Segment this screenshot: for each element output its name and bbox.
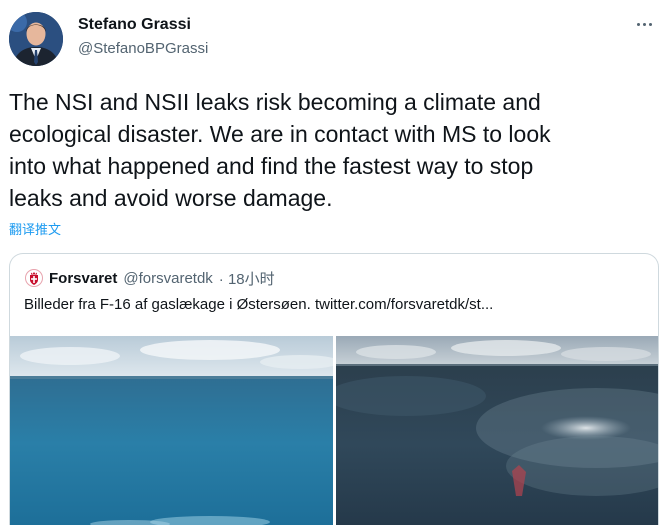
quoted-tweet[interactable]: Forsvaret @forsvaretdk · 18小时 Billeder f…: [9, 253, 659, 525]
quoted-timestamp[interactable]: · 18小时: [219, 268, 275, 289]
quoted-tweet-text: Billeder fra F-16 af gaslækage i Østersø…: [24, 296, 494, 313]
author-handle[interactable]: @StefanoBPGrassi: [78, 40, 208, 57]
tweet-card: Stefano Grassi @StefanoBPGrassi The NSI …: [0, 0, 666, 525]
quoted-tweet-header: Forsvaret @forsvaretdk · 18小时: [25, 268, 275, 288]
quoted-author-handle[interactable]: @forsvaretdk: [123, 270, 212, 287]
translate-tweet-link[interactable]: 翻译推文: [9, 219, 61, 238]
tweet-text: The NSI and NSII leaks risk becoming a c…: [9, 89, 551, 211]
more-options-button[interactable]: [630, 12, 658, 36]
quoted-author-name[interactable]: Forsvaret: [49, 270, 117, 287]
avatar[interactable]: [9, 12, 63, 66]
media-image-left[interactable]: [10, 336, 333, 525]
more-horizontal-icon: [636, 22, 640, 26]
forsvaret-crest-icon: [25, 269, 43, 287]
author-name[interactable]: Stefano Grassi: [78, 16, 191, 34]
media-image-right[interactable]: [336, 336, 658, 525]
